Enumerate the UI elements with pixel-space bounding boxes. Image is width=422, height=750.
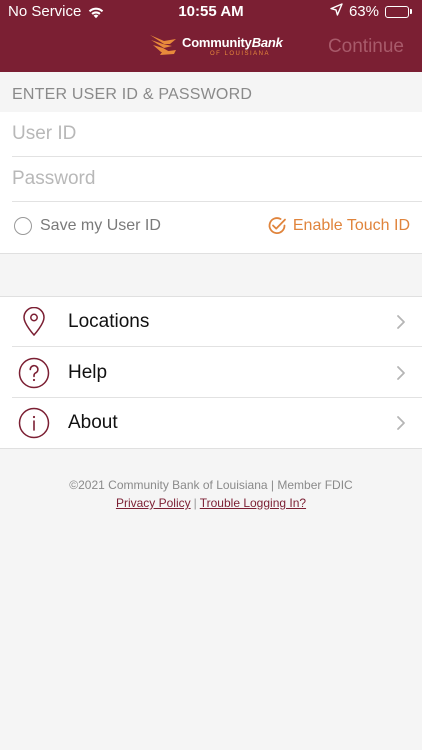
save-user-id-label: Save my User ID: [40, 217, 161, 234]
check-circle-icon: [267, 216, 287, 236]
pelican-logo-icon: [148, 32, 178, 61]
menu-item-locations[interactable]: Locations: [12, 297, 422, 347]
location-arrow-icon: [330, 3, 343, 20]
trouble-logging-in-link[interactable]: Trouble Logging In?: [200, 496, 306, 510]
enable-touch-id-label: Enable Touch ID: [292, 217, 410, 234]
user-id-input[interactable]: [12, 112, 422, 157]
menu-item-help[interactable]: Help: [12, 348, 422, 398]
status-bar: No Service 10:55 AM 63%: [0, 0, 422, 24]
chevron-right-icon: [396, 314, 406, 330]
footer-separator: |: [193, 496, 197, 510]
footer: ©2021 Community Bank of Louisiana | Memb…: [0, 478, 422, 510]
logo-text-bank: Bank: [251, 35, 283, 50]
menu-label-about: About: [68, 412, 118, 433]
save-user-id-toggle[interactable]: Save my User ID: [14, 217, 161, 235]
continue-button[interactable]: Continue: [328, 36, 404, 58]
login-form: Save my User ID Enable Touch ID: [0, 112, 422, 254]
footer-links: Privacy Policy | Trouble Logging In?: [0, 496, 422, 510]
app-header: No Service 10:55 AM 63% CommunityBank OF…: [0, 0, 422, 72]
copyright-text: ©2021 Community Bank of Louisiana | Memb…: [69, 478, 353, 492]
menu-item-about[interactable]: About: [12, 398, 422, 448]
battery-percent: 63%: [348, 3, 379, 20]
community-bank-logo: CommunityBank OF LOUISIANA: [148, 32, 283, 61]
enable-touch-id-button[interactable]: Enable Touch ID: [267, 216, 410, 236]
info-icon: [12, 407, 56, 439]
password-input[interactable]: [12, 157, 422, 202]
chevron-right-icon: [396, 365, 406, 381]
menu-label-locations: Locations: [68, 310, 150, 332]
question-icon: [12, 357, 56, 389]
logo-subtext: OF LOUISIANA: [210, 51, 271, 57]
menu-label-help: Help: [68, 361, 108, 383]
logo-wordmark: CommunityBank OF LOUISIANA: [182, 36, 283, 57]
menu-list: Locations Help About: [0, 296, 422, 449]
login-section-label: ENTER USER ID & PASSWORD: [12, 86, 253, 103]
save-user-id-radio[interactable]: [14, 217, 32, 235]
privacy-policy-link[interactable]: Privacy Policy: [116, 496, 191, 510]
logo-text-community: Community: [182, 35, 252, 50]
battery-icon: [385, 5, 412, 18]
status-right: 63%: [330, 3, 412, 20]
location-pin-icon: [12, 306, 56, 337]
chevron-right-icon: [396, 415, 406, 431]
